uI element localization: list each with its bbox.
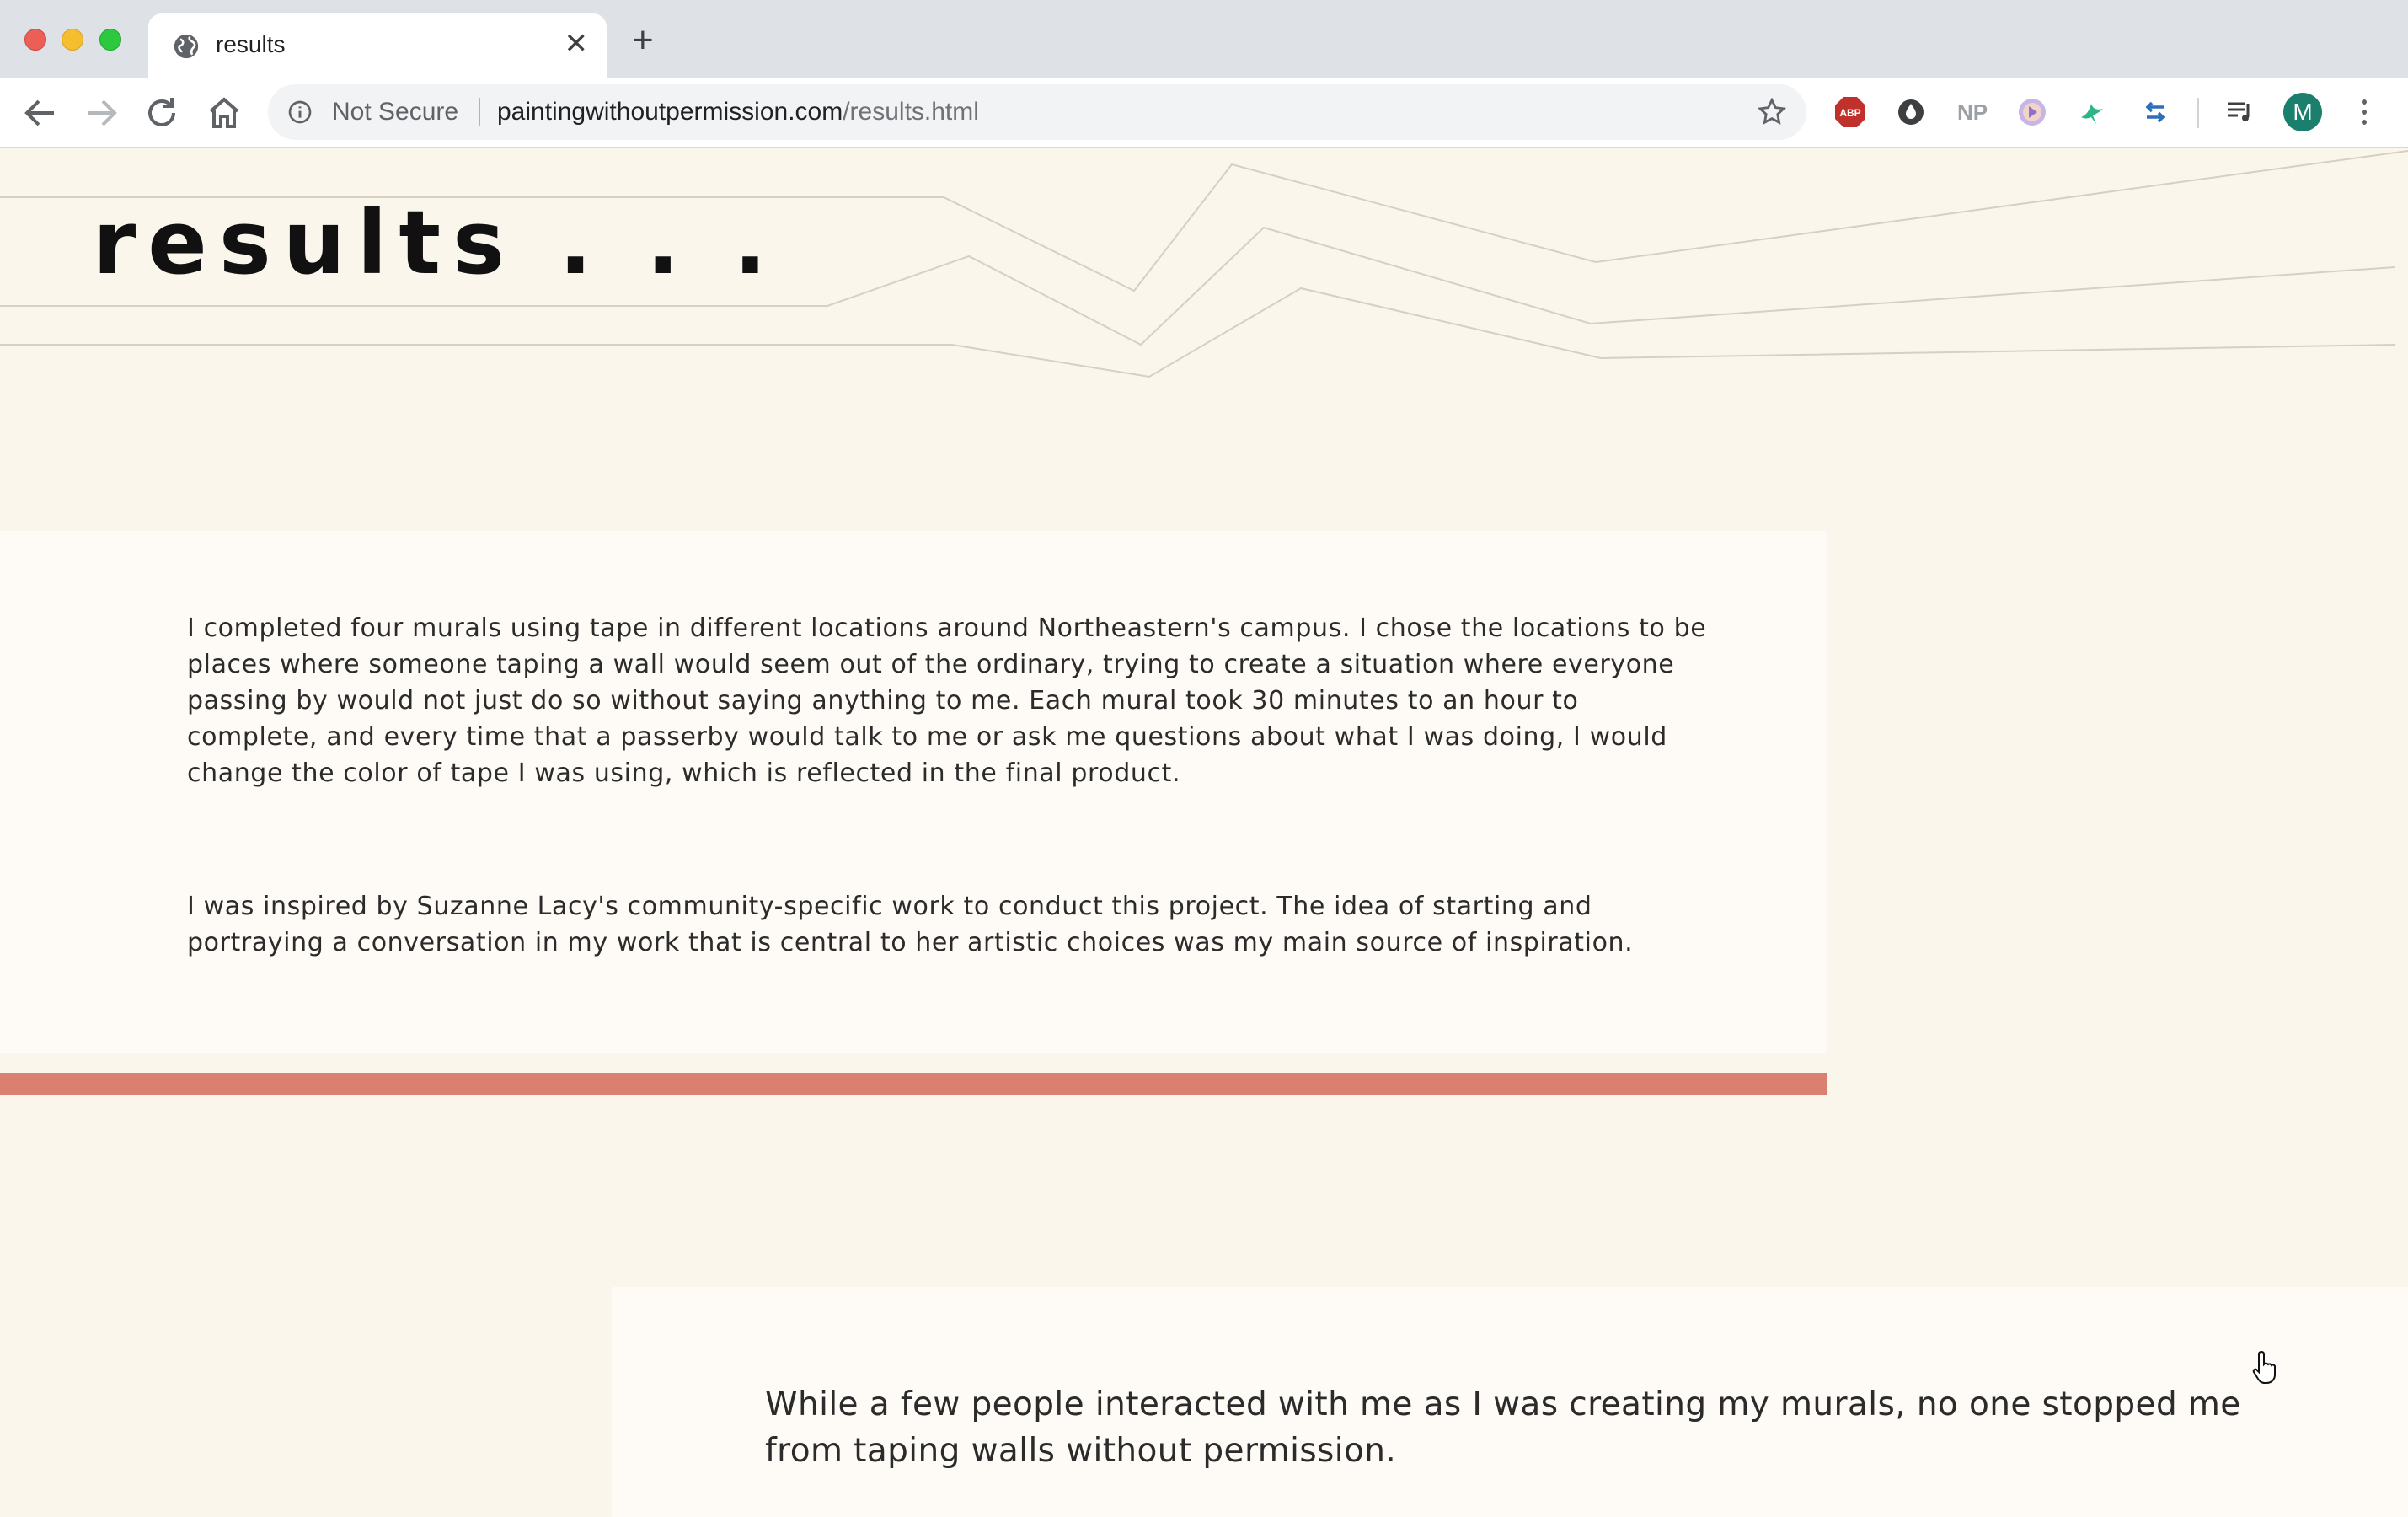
tab-title: results <box>216 31 286 57</box>
web-page: results . . . I completed four murals us… <box>0 149 2408 1517</box>
back-icon[interactable] <box>20 93 61 133</box>
page-title: results . . . <box>93 191 779 294</box>
profile-avatar[interactable]: M <box>2283 93 2322 131</box>
reload-icon[interactable] <box>142 93 182 133</box>
tab-strip: results ✕ + <box>0 0 2408 78</box>
intro-section: I completed four murals using tape in di… <box>0 531 1827 1053</box>
address-bar[interactable]: Not Secure paintingwithoutpermission.com… <box>268 84 1806 140</box>
url-text[interactable]: paintingwithoutpermission.com/results.ht… <box>497 98 979 126</box>
home-icon[interactable] <box>204 93 244 133</box>
hand-cursor-icon <box>2252 1350 2276 1384</box>
url-path: /results.html <box>843 98 979 126</box>
globe-icon <box>174 34 199 59</box>
adblock-icon[interactable]: ABP <box>1833 95 1867 129</box>
conclusion-section: While a few people interacted with me as… <box>612 1287 2408 1517</box>
intro-paragraph: I completed four murals using tape in di… <box>187 614 1707 788</box>
media-icon[interactable] <box>2223 95 2256 129</box>
arrows-icon[interactable] <box>2138 95 2172 129</box>
toolbar-divider <box>2197 98 2199 128</box>
tab-close-icon[interactable]: ✕ <box>565 29 589 58</box>
star-icon[interactable] <box>1756 96 1788 128</box>
drop-icon[interactable] <box>1894 95 1928 129</box>
np-label: NP <box>1957 99 1988 125</box>
forward-icon[interactable] <box>81 93 121 133</box>
omnibox-divider <box>479 98 480 126</box>
inspiration-paragraph: I was inspired by Suzanne Lacy's communi… <box>187 892 1634 957</box>
browser-toolbar: Not Secure paintingwithoutpermission.com… <box>0 78 2408 148</box>
security-label[interactable]: Not Secure <box>332 98 458 126</box>
url-host: paintingwithoutpermission.com <box>497 98 843 126</box>
menu-icon[interactable] <box>2356 95 2373 129</box>
window-minimize-button[interactable] <box>62 29 83 51</box>
info-icon[interactable] <box>286 99 313 126</box>
np-icon[interactable]: NP <box>1953 95 1992 129</box>
new-tab-button[interactable]: + <box>632 22 654 59</box>
window-maximize-button[interactable] <box>99 29 121 51</box>
conclusion-paragraph: While a few people interacted with me as… <box>765 1386 2241 1470</box>
browser-tab[interactable]: results ✕ <box>148 13 607 78</box>
adblock-label: ABP <box>1839 107 1860 119</box>
accent-divider <box>0 1073 1827 1095</box>
play-icon[interactable] <box>2015 95 2049 129</box>
bird-icon[interactable] <box>2076 95 2110 129</box>
window-close-button[interactable] <box>24 29 46 51</box>
